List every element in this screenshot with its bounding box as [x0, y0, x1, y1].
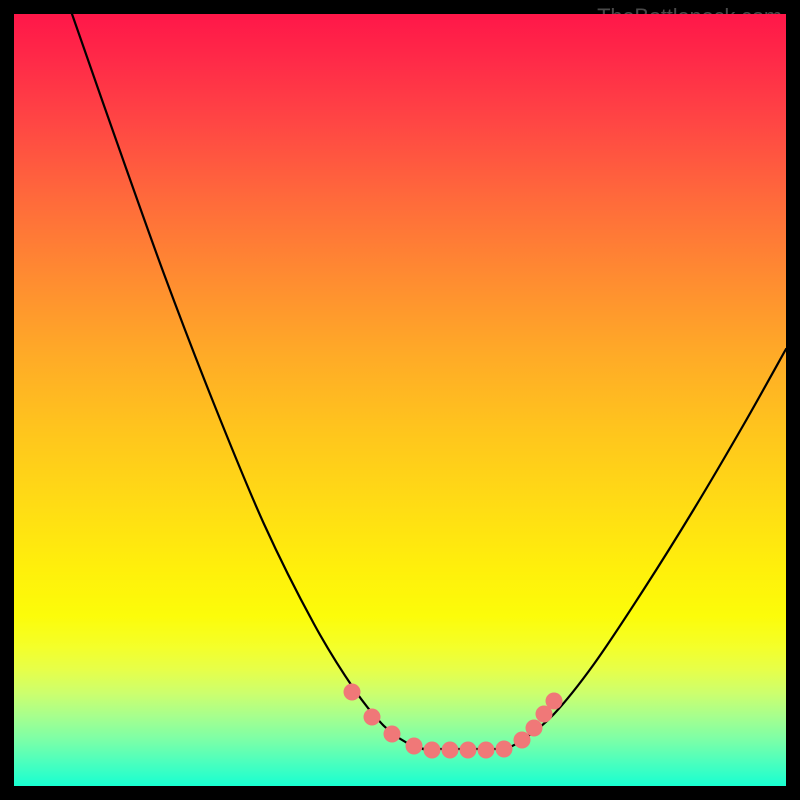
curve-dot	[496, 741, 513, 758]
curve-dot	[364, 709, 381, 726]
curve-dot	[514, 732, 531, 749]
curve-dot	[424, 742, 441, 759]
curve-dot	[546, 693, 563, 710]
bottleneck-curve-svg	[14, 14, 786, 786]
curve-dot	[384, 726, 401, 743]
curve-dot	[526, 720, 543, 737]
curve-dot	[344, 684, 361, 701]
curve-dots	[344, 684, 563, 759]
bottleneck-curve	[72, 14, 786, 750]
curve-dot	[460, 742, 477, 759]
curve-dot	[406, 738, 423, 755]
curve-dot	[442, 742, 459, 759]
curve-dot	[478, 742, 495, 759]
chart-frame	[14, 14, 786, 786]
